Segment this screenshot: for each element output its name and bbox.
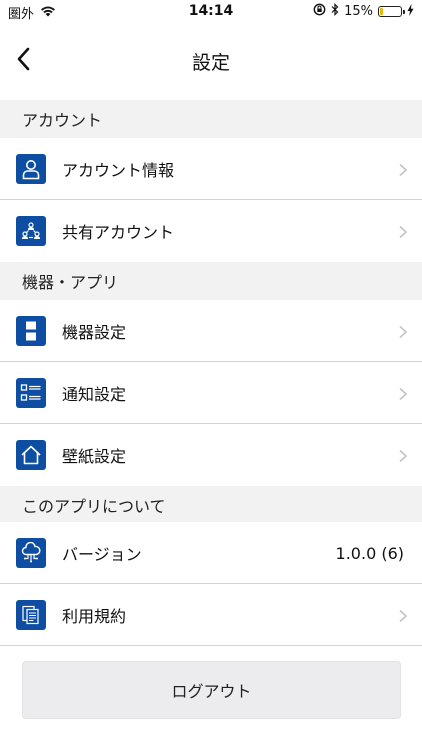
user-icon [16, 154, 46, 184]
version-value: 1.0.0 (6) [335, 543, 404, 563]
settings-item-shared-account[interactable]: 共有アカウント [0, 200, 422, 262]
status-bar: 圏外 14:14 15% [0, 0, 422, 24]
settings-item-label: 壁紙設定 [62, 447, 127, 466]
divider [0, 645, 422, 646]
chevron-right-icon [398, 224, 408, 239]
device-icon [16, 316, 46, 346]
notification-list-icon [16, 378, 46, 408]
chevron-right-icon [398, 162, 408, 177]
section-header-account: アカウント [0, 100, 422, 138]
chevron-right-icon [398, 448, 408, 463]
battery-level [380, 8, 383, 15]
nav-bar: 設定 [0, 24, 422, 100]
page-title: 設定 [191, 52, 230, 74]
chevron-right-icon [398, 386, 408, 401]
shared-account-icon [16, 216, 46, 246]
settings-item-device-settings[interactable]: 機器設定 [0, 300, 422, 362]
settings-item-account-info[interactable]: アカウント情報 [0, 138, 422, 200]
cloud-icon [16, 538, 46, 568]
logout-button[interactable]: ログアウト [22, 661, 401, 719]
settings-item-label: 共有アカウント [62, 223, 175, 242]
battery-icon [378, 6, 405, 17]
settings-item-notification-settings[interactable]: 通知設定 [0, 362, 422, 424]
bluetooth-icon [331, 3, 339, 20]
settings-item-version: バージョン 1.0.0 (6) [0, 522, 422, 584]
document-icon [16, 600, 46, 630]
chevron-right-icon [398, 324, 408, 339]
settings-item-label: アカウント情報 [62, 161, 175, 180]
settings-item-label: 利用規約 [62, 607, 127, 626]
battery-percent: 15% [344, 4, 373, 19]
settings-item-terms-of-use[interactable]: 利用規約 [0, 584, 422, 646]
chevron-right-icon [398, 608, 408, 623]
status-right: 15% [313, 3, 414, 20]
charging-icon [407, 3, 414, 20]
home-icon [16, 440, 46, 470]
settings-item-label: 機器設定 [62, 323, 127, 342]
settings-item-wallpaper-settings[interactable]: 壁紙設定 [0, 424, 422, 486]
section-header-about: このアプリについて [0, 486, 422, 524]
settings-item-label: 通知設定 [62, 385, 127, 404]
rotation-lock-icon [313, 3, 326, 20]
settings-item-label: バージョン [62, 545, 142, 564]
section-header-devices: 機器・アプリ [0, 262, 422, 300]
